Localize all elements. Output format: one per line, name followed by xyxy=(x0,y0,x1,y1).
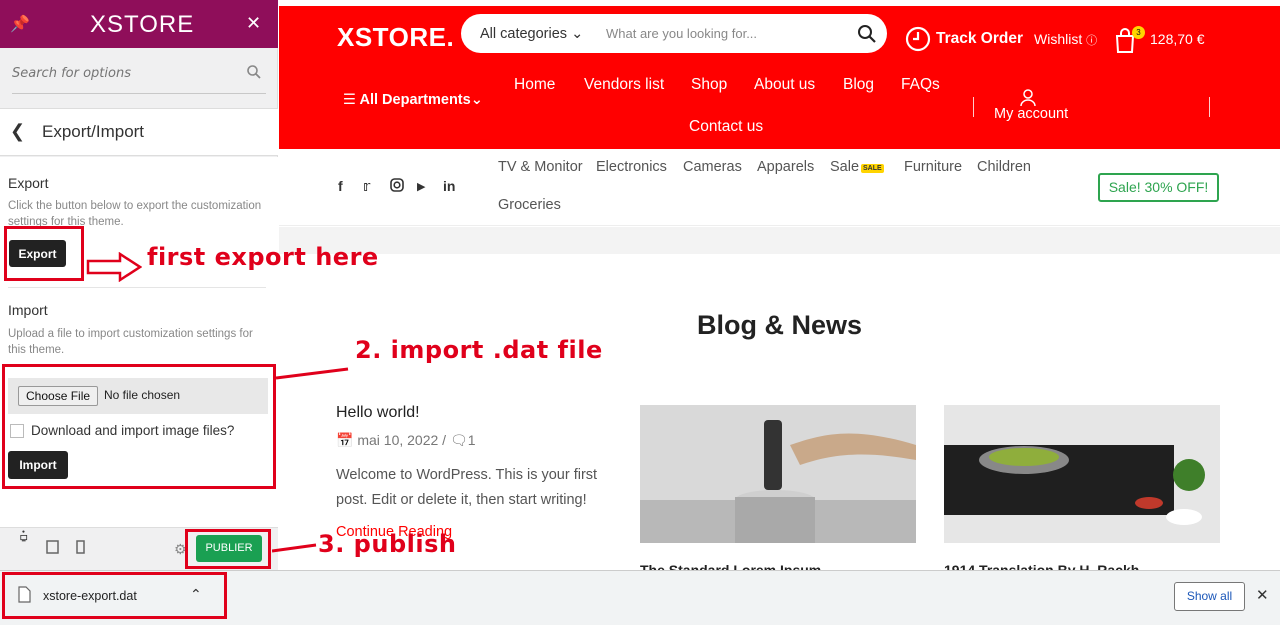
chevron-down-icon: ⌄ xyxy=(470,92,483,108)
annotation-box-import xyxy=(2,364,276,489)
section-title: Export/Import xyxy=(42,122,145,141)
nav-divider xyxy=(1209,97,1210,117)
departments-label: All Departments xyxy=(359,92,471,108)
user-icon xyxy=(1020,89,1036,107)
file-icon xyxy=(18,586,31,603)
menu-icon: ☰ xyxy=(343,92,356,108)
clock-icon xyxy=(905,26,931,52)
category-apparels[interactable]: Apparels xyxy=(757,159,814,175)
post-comment-count: 1 xyxy=(467,432,476,448)
search-icon[interactable] xyxy=(857,24,877,44)
instagram-icon[interactable] xyxy=(390,178,404,192)
nav-divider xyxy=(973,97,974,117)
mobile-preview-icon[interactable] xyxy=(74,540,88,554)
twitter-icon[interactable]: 𝕣 xyxy=(363,178,370,195)
comment-icon: 🗨 xyxy=(449,432,468,448)
nav-faqs[interactable]: FAQs xyxy=(901,76,940,94)
show-all-button[interactable]: Show all xyxy=(1174,582,1245,611)
post-date: mai 10, 2022 xyxy=(357,432,439,448)
close-icon[interactable]: ✕ xyxy=(246,13,261,34)
site-preview: XSTORE. All categories ⌄ What are you lo… xyxy=(279,0,1280,570)
departments-menu[interactable]: ☰ All Departments⌄ xyxy=(343,92,483,108)
category-furniture[interactable]: Furniture xyxy=(904,159,962,175)
category-children[interactable]: Children xyxy=(977,159,1031,175)
close-icon[interactable]: ✕ xyxy=(1256,586,1269,604)
site-search: All categories ⌄ What are you looking fo… xyxy=(461,14,887,53)
section-header: ❮ Export/Import xyxy=(0,108,278,156)
chevron-down-icon: ⌄ xyxy=(571,26,584,42)
divider xyxy=(8,287,266,288)
annotation-line xyxy=(276,367,349,380)
cart-total: 128,70 € xyxy=(1150,31,1205,47)
post-image-induction-hob[interactable] xyxy=(944,405,1220,543)
search-icon[interactable] xyxy=(246,64,262,80)
linkedin-icon[interactable]: in xyxy=(443,178,455,194)
wishlist-label: Wishlist xyxy=(1034,31,1083,47)
sale-badge: SALE xyxy=(861,164,884,173)
export-heading: Export xyxy=(8,175,49,191)
nav-blog[interactable]: Blog xyxy=(843,76,874,94)
panel-logo: XSTORE xyxy=(90,11,195,38)
card-title[interactable]: The Standard Lorem Ipsum... xyxy=(640,562,833,570)
download-filename[interactable]: xstore-export.dat xyxy=(43,589,137,603)
category-sale[interactable]: Sale xyxy=(830,159,859,175)
site-logo[interactable]: XSTORE. xyxy=(337,22,454,53)
category-electronics[interactable]: Electronics xyxy=(596,159,667,175)
post-image-sous-vide[interactable] xyxy=(640,405,916,543)
category-cameras[interactable]: Cameras xyxy=(683,159,742,175)
annotation-line xyxy=(272,543,317,553)
options-search-input[interactable] xyxy=(12,66,232,81)
my-account-link[interactable]: My account xyxy=(994,106,1068,122)
annotation-box-export xyxy=(4,226,84,281)
annotation-step-2: 2. import .dat file xyxy=(355,336,603,364)
desktop-preview-icon[interactable] xyxy=(17,530,31,544)
arrow-right-icon xyxy=(86,252,142,282)
category-tv-monitor[interactable]: TV & Monitor xyxy=(498,159,583,175)
import-description: Upload a file to import customization se… xyxy=(8,328,253,356)
annotation-step-1: first export here xyxy=(147,243,379,271)
section-divider-band xyxy=(279,227,1280,254)
category-select[interactable]: All categories ⌄ xyxy=(480,26,583,42)
nav-about-us[interactable]: About us xyxy=(754,76,815,94)
annotation-box-publish xyxy=(185,529,271,569)
category-select-label: All categories xyxy=(480,26,568,42)
promo-badge[interactable]: Sale! 30% OFF! xyxy=(1098,173,1219,202)
panel-header: 📌 XSTORE ✕ xyxy=(0,0,278,48)
nav-shop[interactable]: Shop xyxy=(691,76,727,94)
annotation-step-3: 3. publish xyxy=(318,530,457,558)
chevron-up-icon[interactable]: ⌃ xyxy=(190,586,202,603)
post-meta: 📅 mai 10, 2022 / 🗨1 xyxy=(336,432,476,448)
category-groceries[interactable]: Groceries xyxy=(498,197,561,213)
tablet-preview-icon[interactable] xyxy=(46,540,60,554)
post-title[interactable]: Hello world! xyxy=(336,404,420,422)
card-title[interactable]: 1914 Translation By H. Rackh... xyxy=(944,562,1151,570)
heart-icon: ⓘ xyxy=(1086,35,1098,47)
back-arrow-icon[interactable]: ❮ xyxy=(10,121,25,142)
nav-vendors-list[interactable]: Vendors list xyxy=(584,76,664,94)
options-search xyxy=(12,58,266,94)
import-heading: Import xyxy=(8,302,48,318)
search-input[interactable]: What are you looking for... xyxy=(606,26,757,41)
post-excerpt: Welcome to WordPress. This is your first… xyxy=(336,467,598,508)
calendar-icon: 📅 xyxy=(336,432,354,448)
facebook-icon[interactable]: f xyxy=(338,178,343,194)
nav-home[interactable]: Home xyxy=(514,76,555,94)
track-order-link[interactable]: Track Order xyxy=(936,30,1023,48)
blog-title: Blog & News xyxy=(697,310,863,340)
nav-contact-us[interactable]: Contact us xyxy=(689,118,763,136)
youtube-icon[interactable]: ▶ xyxy=(417,180,425,193)
wishlist-link[interactable]: Wishlist ⓘ xyxy=(1034,31,1097,48)
pin-icon[interactable]: 📌 xyxy=(10,14,30,34)
cart-count-badge: 3 xyxy=(1132,26,1145,39)
